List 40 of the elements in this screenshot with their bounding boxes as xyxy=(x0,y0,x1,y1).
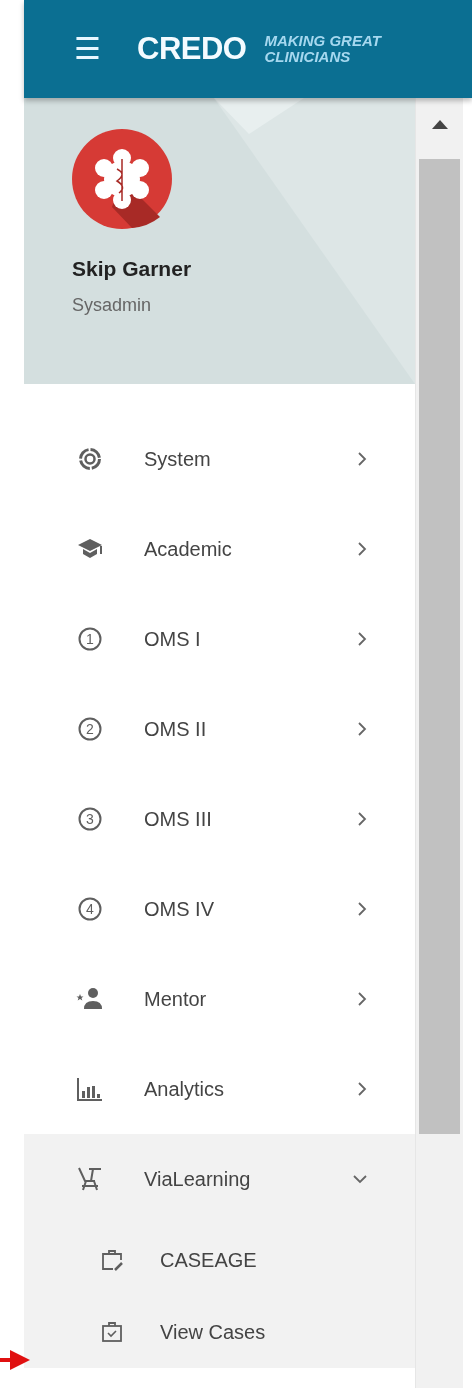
menu-item[interactable]: Mentor xyxy=(24,954,415,1044)
logo-text: CREDO xyxy=(137,31,247,67)
user-name: Skip Garner xyxy=(72,257,193,281)
user-role: Sysadmin xyxy=(72,295,153,316)
briefcase-check-icon xyxy=(100,1320,124,1344)
numbered-circle-icon: 1 xyxy=(78,627,102,651)
chevron-right-icon xyxy=(357,992,367,1006)
menu-item[interactable]: ViaLearning xyxy=(24,1134,415,1224)
scrollbar-thumb[interactable] xyxy=(419,159,460,1134)
person-star-icon xyxy=(76,987,104,1011)
menu-item[interactable]: Analytics xyxy=(24,1044,415,1134)
tagline: CLINICIANS xyxy=(264,49,352,65)
submenu-item[interactable]: CASEAGE xyxy=(24,1224,415,1296)
scroll-up-icon[interactable] xyxy=(431,120,448,129)
submenu-item[interactable]: View Cases xyxy=(24,1296,415,1368)
chevron-down-icon xyxy=(353,1174,367,1184)
numbered-circle-icon: 4 xyxy=(78,897,102,921)
menu-item[interactable]: 3 OMS III xyxy=(24,774,415,864)
tagline: MAKING GREAT xyxy=(264,33,381,49)
graduation-cap-icon xyxy=(77,538,103,560)
menu-item[interactable]: System xyxy=(24,414,415,504)
menu-button[interactable]: ☰ xyxy=(74,34,101,64)
chevron-right-icon xyxy=(357,452,367,466)
numbered-circle-icon: 2 xyxy=(78,717,102,741)
menu-item[interactable]: 1 OMS I xyxy=(24,594,415,684)
bar-chart-icon xyxy=(77,1077,103,1101)
chevron-right-icon xyxy=(357,632,367,646)
chair-icon xyxy=(77,1166,103,1192)
numbered-circle-icon: 3 xyxy=(78,807,102,831)
chevron-right-icon xyxy=(357,812,367,826)
menu-item[interactable]: 4 OMS IV xyxy=(24,864,415,954)
menu-item[interactable]: Academic xyxy=(24,504,415,594)
chevron-right-icon xyxy=(357,902,367,916)
chevron-right-icon xyxy=(357,1082,367,1096)
briefcase-edit-icon xyxy=(100,1248,124,1272)
chevron-right-icon xyxy=(357,542,367,556)
menu-item[interactable]: 2 OMS II xyxy=(24,684,415,774)
pointer-arrow-icon xyxy=(0,1349,30,1371)
ring-icon xyxy=(78,447,102,471)
chevron-right-icon xyxy=(357,722,367,736)
